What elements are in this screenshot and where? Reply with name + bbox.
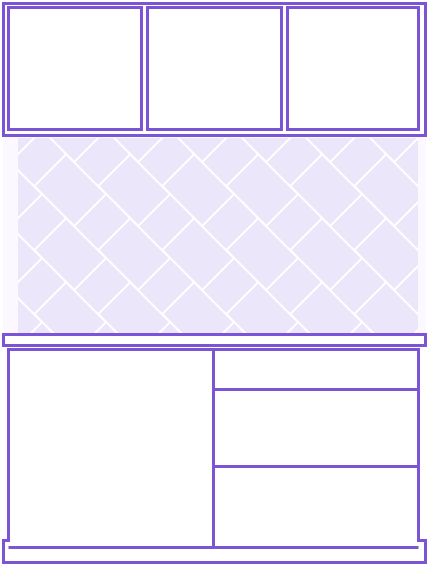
backsplash-tile — [0, 218, 2, 313]
drawer-middle[interactable] — [215, 391, 417, 465]
backsplash-tile — [0, 410, 2, 505]
kitchen-elevation-diagram — [0, 0, 427, 564]
backsplash-tile — [0, 282, 2, 377]
backsplash-tile — [0, 346, 2, 441]
upper-cabinet-door-middle[interactable] — [146, 6, 283, 131]
backsplash-tile — [0, 26, 2, 121]
backsplash-tile — [0, 0, 2, 58]
drawer-top[interactable] — [215, 351, 417, 388]
upper-cabinet-door-right[interactable] — [286, 6, 420, 131]
upper-cabinet-door-left[interactable] — [7, 6, 143, 131]
backsplash-tile — [0, 154, 2, 249]
countertop — [2, 333, 427, 347]
drawer-bottom[interactable] — [215, 468, 417, 546]
base-cabinet-door-left[interactable] — [10, 351, 212, 546]
backsplash-tile — [0, 90, 2, 185]
upper-cabinet-group — [2, 2, 427, 137]
base-cabinet-group — [7, 348, 420, 549]
